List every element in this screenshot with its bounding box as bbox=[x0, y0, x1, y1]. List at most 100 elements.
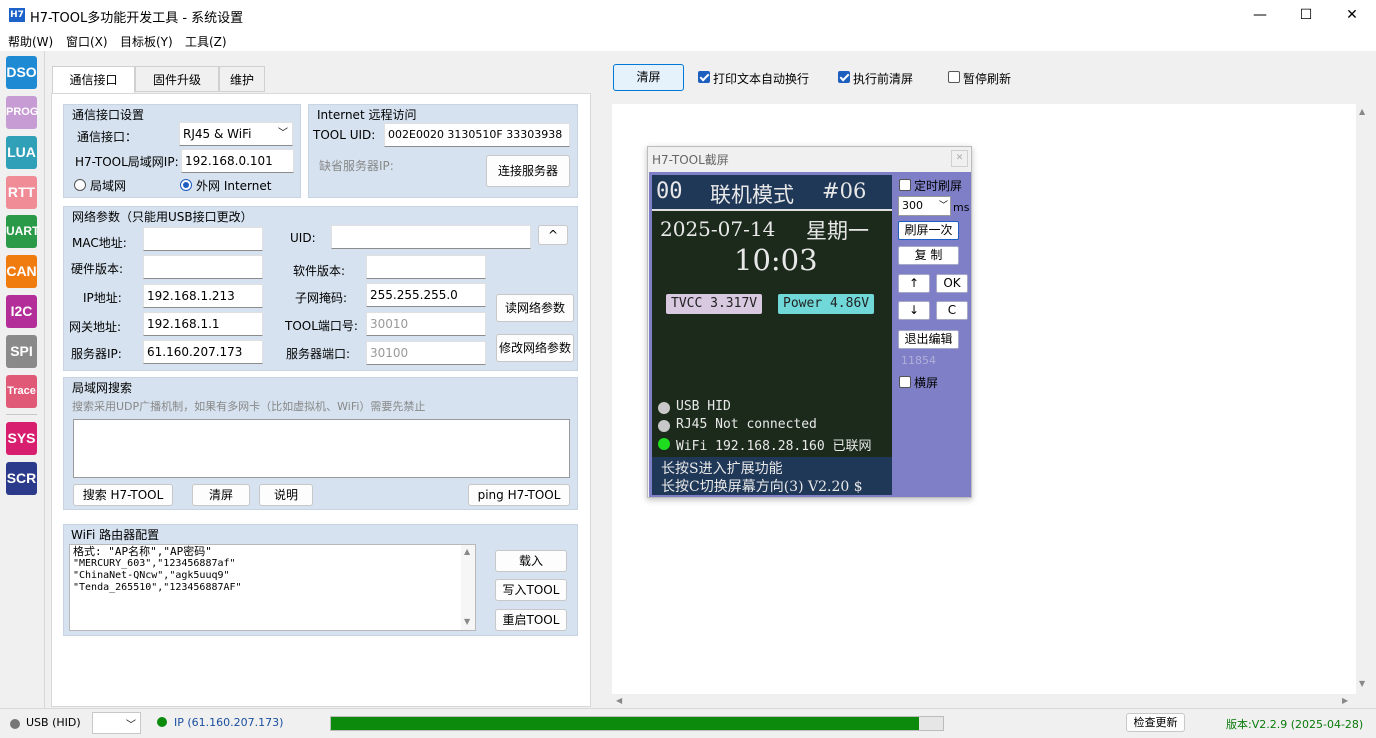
radio-wan[interactable] bbox=[180, 179, 192, 191]
minimize-button[interactable]: — bbox=[1237, 0, 1283, 31]
scroll-down-icon[interactable]: ▼ bbox=[1359, 679, 1365, 688]
radio-lan[interactable] bbox=[74, 179, 86, 191]
server-ip-input[interactable]: 61.160.207.173 bbox=[143, 340, 263, 364]
menu-tools[interactable]: 工具(Z) bbox=[185, 33, 227, 50]
sidebar-item-trace[interactable]: Trace bbox=[6, 375, 37, 408]
wifi-textarea-scrollbar[interactable]: ▲ ▼ bbox=[461, 545, 475, 630]
key-up-button[interactable]: ↑ bbox=[898, 274, 930, 293]
sidebar-item-rtt[interactable]: RTT bbox=[6, 176, 37, 209]
close-button[interactable]: ✕ bbox=[1329, 0, 1375, 31]
mask-input[interactable]: 255.255.255.0 bbox=[366, 283, 486, 307]
key-ok-button[interactable]: OK bbox=[936, 274, 968, 293]
lcd-screen: 00 联机模式 #06 2025-07-14 星期一 10:03 TVCC 3.… bbox=[652, 175, 892, 495]
lcd-wifi: WiFi 192.168.28.160 已联网 bbox=[676, 439, 872, 454]
ping-h7tool-button[interactable]: ping H7-TOOL bbox=[468, 484, 570, 506]
print-clear-button[interactable]: 清屏 bbox=[613, 64, 684, 91]
lan-clear-button[interactable]: 清屏 bbox=[192, 484, 250, 506]
tab-firmware[interactable]: 固件升级 bbox=[135, 66, 219, 92]
chevron-down-icon: ﹀ bbox=[126, 720, 136, 731]
menu-window[interactable]: 窗口(X) bbox=[66, 33, 108, 50]
lcd-date: 2025-07-14 bbox=[660, 217, 776, 241]
screenshot-window: H7-TOOL截屏 ✕ 00 联机模式 #06 2025-07-14 星期一 1… bbox=[647, 146, 972, 498]
menu-help[interactable]: 帮助(W) bbox=[8, 33, 53, 50]
scroll-right-icon[interactable]: ▶ bbox=[1342, 696, 1348, 705]
screenshot-close-icon[interactable]: ✕ bbox=[951, 150, 968, 167]
uid-input[interactable] bbox=[331, 225, 531, 249]
server-port-input[interactable]: 30100 bbox=[366, 341, 486, 365]
sw-version-input[interactable] bbox=[366, 255, 486, 279]
clear-before-checkbox[interactable] bbox=[838, 71, 850, 83]
sidebar-item-sys[interactable]: SYS bbox=[6, 422, 37, 455]
wrap-checkbox[interactable] bbox=[698, 71, 710, 83]
sidebar-item-can[interactable]: CAN bbox=[6, 255, 37, 288]
clear-before-label: 执行前清屏 bbox=[853, 72, 914, 86]
refresh-once-button[interactable]: 刷屏一次 bbox=[898, 221, 959, 240]
scroll-down-icon[interactable]: ▼ bbox=[464, 617, 470, 626]
progress-bar bbox=[330, 716, 944, 731]
lcd-power-badge: Power 4.86V bbox=[778, 294, 875, 314]
gateway-input[interactable]: 192.168.1.1 bbox=[143, 312, 263, 336]
radio-lan-label: 局域网 bbox=[90, 179, 127, 193]
check-update-button[interactable]: 检查更新 bbox=[1126, 713, 1185, 732]
comm-port-value: RJ45 & WiFi bbox=[183, 127, 252, 141]
usb-status-indicator bbox=[10, 719, 20, 729]
menu-bar: 帮助(W) 窗口(X) 目标板(Y) 工具(Z) bbox=[0, 31, 1376, 51]
sidebar-item-uart[interactable]: UART bbox=[6, 215, 39, 248]
mac-input[interactable] bbox=[143, 227, 263, 251]
lcd-weekday: 星期一 bbox=[806, 219, 869, 243]
lan-ip-input[interactable]: 192.168.0.101 bbox=[181, 149, 294, 173]
lcd-time: 10:03 bbox=[734, 243, 818, 277]
ip-status-indicator bbox=[157, 717, 167, 727]
wifi-config-line: "MERCURY_603","123456887af" bbox=[73, 558, 236, 569]
comm-port-select[interactable]: RJ45 & WiFi ﹀ bbox=[179, 122, 293, 146]
wifi-write-tool-button[interactable]: 写入TOOL bbox=[495, 579, 567, 601]
timer-refresh-checkbox[interactable] bbox=[899, 179, 911, 191]
sidebar-item-lua[interactable]: LUA bbox=[6, 136, 37, 169]
read-network-params-button[interactable]: 读网络参数 bbox=[496, 294, 574, 322]
sidebar-item-spi[interactable]: SPI bbox=[6, 335, 37, 368]
wifi-config-line: "Tenda_265510","123456887AF" bbox=[73, 582, 242, 593]
scroll-left-icon[interactable]: ◀ bbox=[616, 696, 622, 705]
sidebar-item-dso[interactable]: DSO bbox=[6, 56, 37, 89]
menu-target[interactable]: 目标板(Y) bbox=[120, 33, 173, 50]
server-ip-label: 服务器IP: bbox=[71, 347, 122, 361]
tab-comm[interactable]: 通信接口 bbox=[52, 66, 135, 94]
sidebar-item-prog[interactable]: PROG bbox=[6, 96, 38, 129]
mac-label: MAC地址: bbox=[72, 236, 127, 250]
wifi-load-button[interactable]: 载入 bbox=[495, 550, 567, 572]
sidebar-item-i2c[interactable]: I2C bbox=[6, 295, 37, 328]
connect-server-button[interactable]: 连接服务器 bbox=[486, 155, 570, 187]
ip-input[interactable]: 192.168.1.213 bbox=[143, 284, 263, 308]
lan-ip-label: H7-TOOL局域网IP: bbox=[75, 155, 179, 169]
key-down-button[interactable]: ↓ bbox=[898, 301, 930, 320]
search-h7tool-button[interactable]: 搜索 H7-TOOL bbox=[73, 484, 173, 506]
modify-network-params-button[interactable]: 修改网络参数 bbox=[496, 334, 574, 362]
copy-button[interactable]: 复 制 bbox=[898, 246, 959, 265]
network-params-title: 网络参数（只能用USB接口更改） bbox=[72, 210, 253, 224]
tab-maintenance[interactable]: 维护 bbox=[219, 66, 265, 92]
scroll-up-icon[interactable]: ▲ bbox=[1359, 107, 1365, 116]
hw-version-input[interactable] bbox=[143, 255, 263, 279]
output-vscrollbar[interactable]: ▲ ▼ bbox=[1356, 104, 1370, 694]
scroll-up-icon[interactable]: ▲ bbox=[464, 547, 470, 556]
interval-select[interactable]: 300 ﹀ bbox=[898, 196, 951, 216]
landscape-checkbox[interactable] bbox=[899, 376, 911, 388]
interval-value: 300 bbox=[902, 199, 923, 212]
output-hscrollbar[interactable]: ◀ ▶ bbox=[612, 694, 1356, 708]
tool-uid-input[interactable]: 002E0020 3130510F 33303938 bbox=[384, 123, 570, 147]
key-c-button[interactable]: C bbox=[936, 301, 968, 320]
usb-device-select[interactable]: ﹀ bbox=[92, 712, 141, 734]
maximize-button[interactable]: ☐ bbox=[1283, 0, 1329, 31]
pause-refresh-checkbox[interactable] bbox=[948, 71, 960, 83]
wifi-restart-tool-button[interactable]: 重启TOOL bbox=[495, 609, 567, 631]
wifi-status-dot bbox=[658, 438, 670, 450]
lan-search-results[interactable] bbox=[73, 419, 570, 478]
sidebar-item-scr[interactable]: SCR bbox=[6, 462, 37, 495]
title-bar: H7 H7-TOOL多功能开发工具 - 系统设置 — ☐ ✕ bbox=[0, 0, 1376, 31]
wifi-config-textarea[interactable]: 格式: "AP名称","AP密码" "MERCURY_603","1234568… bbox=[69, 544, 476, 631]
exit-edit-button[interactable]: 退出编辑 bbox=[898, 330, 959, 349]
pause-refresh-label: 暂停刷新 bbox=[963, 72, 1012, 86]
tool-port-input[interactable]: 30010 bbox=[366, 312, 486, 336]
expand-button[interactable]: ^ bbox=[538, 225, 568, 245]
lan-help-button[interactable]: 说明 bbox=[259, 484, 313, 506]
